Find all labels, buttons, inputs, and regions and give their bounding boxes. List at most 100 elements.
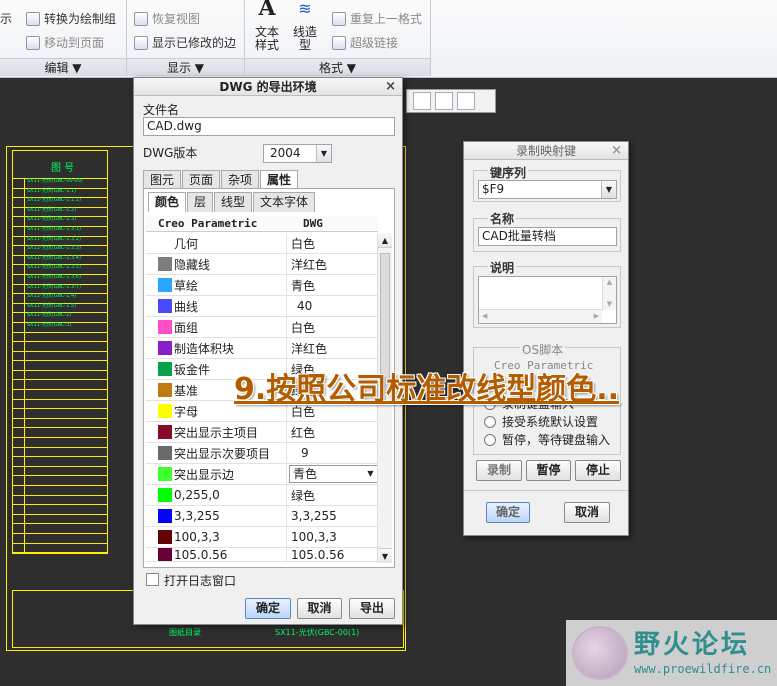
close-icon[interactable]: × <box>611 142 622 160</box>
group-display[interactable]: 显示 ▼ <box>127 58 244 76</box>
record-ok-button[interactable]: 确定 <box>486 502 530 523</box>
drawing-list-cell: SX11-光伏(GBC-00-00) <box>27 178 83 184</box>
subtab-layer[interactable]: 层 <box>187 192 214 212</box>
color-grid-header: Creo Parametric DWG <box>146 216 378 232</box>
open-log-label: 打开日志窗口 <box>164 574 237 588</box>
table-row[interactable]: 105.0.56 105.0.56 <box>146 548 378 562</box>
table-row[interactable]: 隐藏线 洋红色 <box>146 254 378 275</box>
table-row[interactable]: 100,3,3 100,3,3 <box>146 527 378 548</box>
convert-to-drawn-button[interactable]: 转换为绘制组 <box>26 10 116 27</box>
drawing-list-cell: SX11-光伏(GBC-1.3.7) <box>27 283 81 290</box>
table-row[interactable]: 突出显示边 青色 ▼ <box>146 464 378 485</box>
move-to-page-button[interactable]: 移动到页面 <box>26 34 104 51</box>
export-button[interactable]: 导出 <box>349 598 395 619</box>
filename-input[interactable]: CAD.dwg <box>143 117 395 136</box>
table-row[interactable]: 突出显示次要项目 9 <box>146 443 378 464</box>
tab-misc[interactable]: 杂项 <box>221 170 260 190</box>
row-value[interactable]: 3,3,255 <box>287 506 378 526</box>
row-value[interactable]: 洋红色 <box>287 338 378 358</box>
color-swatch <box>158 446 172 460</box>
table-row[interactable]: 草绘 青色 <box>146 275 378 296</box>
row-value[interactable]: 红色 <box>287 422 378 442</box>
table-row[interactable]: 0,255,0 绿色 <box>146 485 378 506</box>
pause-button[interactable]: 暂停 <box>526 460 571 481</box>
row-value[interactable]: 绿色 <box>287 485 378 505</box>
title-block-code: SX11-光伏(GBC-00(1) <box>275 628 360 637</box>
drawing-list-cell: SX11-光伏(GBC-1.3.2) <box>27 235 81 242</box>
key-sequence-select[interactable]: $F9 ▼ <box>478 180 617 199</box>
color-swatch <box>158 530 172 544</box>
ribbon-cut-item[interactable]: 示 <box>0 10 12 27</box>
table-row[interactable]: 面组 白色 <box>146 317 378 338</box>
row-name: 0,255,0 <box>174 488 220 502</box>
text-style-button[interactable]: A 文本 样式 <box>252 0 282 52</box>
radio-pause-wait[interactable]: 暂停，等待键盘输入 <box>484 431 610 448</box>
drawing-list-cell: SX11-光伏(GBC-1.4) <box>27 293 77 300</box>
drawing-list-cell: SX11-光伏(GBC-1.3.6) <box>27 273 81 280</box>
scroll-down-icon[interactable]: ▼ <box>378 548 392 563</box>
table-row[interactable]: 制造体积块 洋红色 <box>146 338 378 359</box>
row-value[interactable]: 白色 <box>287 233 378 253</box>
row-value[interactable]: 40 <box>287 296 378 316</box>
display-style-icon[interactable] <box>457 92 475 110</box>
tab-properties[interactable]: 属性 <box>260 170 299 190</box>
forum-logo-icon <box>572 626 628 680</box>
radio-accept-defaults[interactable]: 接受系统默认设置 <box>484 413 598 430</box>
record-cancel-button[interactable]: 取消 <box>564 502 610 523</box>
subtab-color[interactable]: 颜色 <box>148 192 187 212</box>
stop-button[interactable]: 停止 <box>575 460 621 481</box>
restore-label: 恢复视图 <box>152 12 201 26</box>
repeat-icon <box>332 11 346 26</box>
table-row[interactable]: 3,3,255 3,3,255 <box>146 506 378 527</box>
row-name: 100,3,3 <box>174 530 220 544</box>
row-value[interactable]: 9 <box>287 443 378 463</box>
group-edit[interactable]: 编辑 ▼ <box>0 58 126 76</box>
ok-button[interactable]: 确定 <box>245 598 291 619</box>
open-log-checkbox[interactable] <box>146 573 159 586</box>
row-value[interactable]: 100,3,3 <box>287 527 378 547</box>
scroll-up-icon[interactable]: ▲ <box>378 233 392 248</box>
table-row[interactable]: 突出显示主项目 红色 <box>146 422 378 443</box>
dwg-version-select[interactable]: 2004 ▼ <box>263 144 332 163</box>
key-sequence-label: 键序列 <box>488 164 529 181</box>
row-value[interactable]: 洋红色 <box>287 254 378 274</box>
description-hscroll[interactable]: ◀ ▶ <box>479 309 602 323</box>
tab-elements[interactable]: 图元 <box>143 170 182 190</box>
hyperlink-button[interactable]: 超级链接 <box>332 34 398 51</box>
row-name: 突出显示次要项目 <box>174 446 271 461</box>
record-dialog-titlebar[interactable]: 录制映射键 × <box>464 142 628 160</box>
table-row[interactable]: 几何 白色 <box>146 233 378 254</box>
description-textarea[interactable]: ▲ ▼ ◀ ▶ <box>478 276 617 324</box>
saved-views-icon[interactable] <box>435 92 453 110</box>
row-value[interactable]: 青色 <box>287 275 378 295</box>
table-row[interactable]: 曲线 40 <box>146 296 378 317</box>
row-value[interactable]: 白色 <box>287 317 378 337</box>
view-orient-icon[interactable] <box>413 92 431 110</box>
chevron-down-icon[interactable]: ▼ <box>316 145 331 162</box>
row-value[interactable]: 105.0.56 <box>287 548 378 561</box>
tab-page[interactable]: 页面 <box>182 170 221 190</box>
cancel-button[interactable]: 取消 <box>297 598 342 619</box>
move-icon <box>26 35 40 50</box>
chevron-down-icon[interactable]: ▼ <box>601 181 616 198</box>
subtab-text-font[interactable]: 文本字体 <box>253 192 316 212</box>
row-value: 青色 <box>293 467 318 481</box>
row-value-select[interactable]: 青色 ▼ <box>289 465 378 483</box>
name-input[interactable]: CAD批量转档 <box>478 227 617 246</box>
group-format[interactable]: 格式 ▼ <box>245 58 430 76</box>
drawing-list-cell: SX11-光伏(GBC-3) <box>27 321 72 328</box>
os-script-label: OS脚本 <box>520 341 566 358</box>
subtab-linetype[interactable]: 线型 <box>214 192 253 212</box>
repeat-last-format-button[interactable]: 重复上一格式 <box>332 10 422 27</box>
restore-view-button[interactable]: 恢复视图 <box>134 10 200 27</box>
line-style-button[interactable]: ≋ 线造 型 <box>290 1 320 52</box>
watermark-title: 野火论坛 <box>634 630 751 660</box>
record-mapkey-dialog: 录制映射键 × 键序列 $F9 ▼ 名称 CAD批量转档 说明 ▲ ▼ ◀ ▶ OS… <box>463 141 629 536</box>
show-modified-edges-button[interactable]: 显示已修改的边 <box>134 34 236 51</box>
chevron-down-icon[interactable]: ▼ <box>364 466 377 482</box>
dwg-dialog-titlebar[interactable]: DWG 的导出环境 × <box>134 78 402 96</box>
close-icon[interactable]: × <box>385 78 396 96</box>
row-name: 105.0.56 <box>174 548 228 562</box>
record-button[interactable]: 录制 <box>476 460 522 481</box>
description-vscroll[interactable]: ▲ ▼ <box>602 277 616 310</box>
